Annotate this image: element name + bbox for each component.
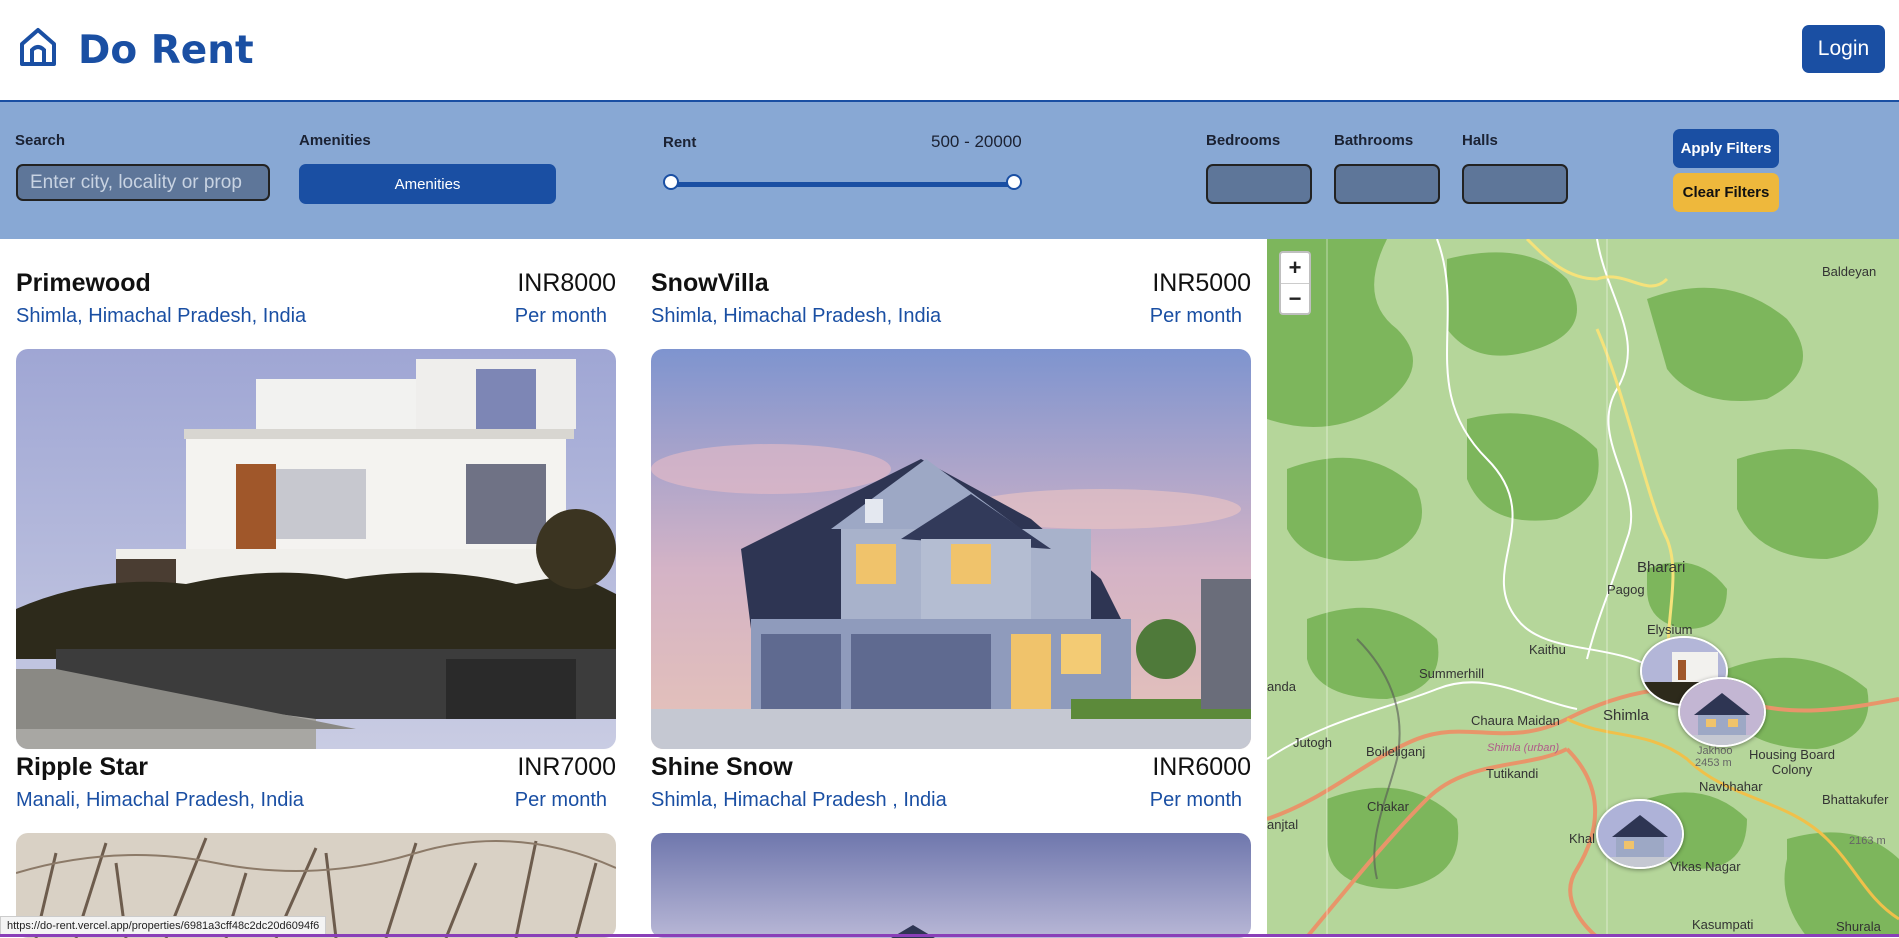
map-marker-snowvilla[interactable] [1678,677,1766,747]
map-label: Bharari [1637,559,1686,576]
listing-location: Shimla, Himachal Pradesh, India [651,305,942,327]
amenities-button[interactable]: Amenities [299,164,556,204]
listing-name[interactable]: Shine Snow [651,753,793,782]
home-icon[interactable] [18,26,58,68]
listing-location: Shimla, Himachal Pradesh , India [651,789,947,811]
bedrooms-label: Bedrooms [1206,132,1281,149]
map-label: Chaura Maidan [1471,713,1560,728]
zoom-in-button[interactable]: + [1281,253,1309,284]
map-label: Shimla [1603,707,1649,724]
map-label: Jakhoo [1697,745,1733,757]
listing-card[interactable]: Primewood Shimla, Himachal Pradesh, Indi… [16,269,616,749]
listing-photo[interactable] [651,833,1251,938]
listing-period: Per month [514,305,607,327]
listing-period: Per month [1149,305,1242,327]
map-label: Baldeyan [1822,264,1877,279]
amenities-label: Amenities [299,132,371,149]
listing-card[interactable]: SnowVilla Shimla, Himachal Pradesh, Indi… [651,269,1251,749]
listing-name[interactable]: Ripple Star [16,753,148,782]
map-marker-shine-snow[interactable] [1596,799,1684,869]
map-label: Kasumpati [1692,917,1754,932]
map-label: Pagog [1607,582,1645,597]
login-button[interactable]: Login [1802,25,1885,73]
rent-min-handle[interactable] [663,174,679,190]
map-label: Bhattakufer [1822,792,1889,807]
listing-period: Per month [1149,789,1242,811]
clear-filters-button[interactable]: Clear Filters [1673,173,1779,212]
rent-max-handle[interactable] [1006,174,1022,190]
listing-price: INR6000 [1152,753,1251,781]
map-label: Khal [1569,831,1596,846]
map-label: anda [1267,679,1296,694]
map-label: Elysium [1647,622,1693,637]
map-label: Housing Board Colony [1749,747,1835,777]
map-label: Kaithu [1529,642,1566,657]
bedrooms-input[interactable] [1206,164,1312,204]
rent-slider-track[interactable] [671,182,1014,187]
listing-location: Shimla, Himachal Pradesh, India [16,305,307,327]
listing-photo[interactable] [16,349,616,749]
map-label: anjtal [1267,817,1299,832]
zoom-control: + − [1279,251,1311,315]
map-label: Boileliganj [1366,744,1426,759]
search-label: Search [15,132,66,149]
map-label: Navbhahar [1699,779,1763,794]
bathrooms-input[interactable] [1334,164,1440,204]
listing-price: INR8000 [517,269,616,297]
bathrooms-label: Bathrooms [1334,132,1414,149]
map-label: 2163 m [1849,835,1886,847]
map-label: Tutikandi [1486,766,1539,781]
listing-location: Manali, Himachal Pradesh, India [16,789,304,811]
map-view[interactable]: + − Baldeyan Bharari Pagog Elysium Kaith… [1267,239,1899,937]
rent-label: Rent [663,134,697,151]
filter-bar: Search Amenities Amenities Rent 500 - 20… [0,102,1899,239]
brand-title[interactable]: Do Rent [78,28,254,73]
map-label: 2453 m [1695,757,1732,769]
map-label: Shimla (urban) [1487,742,1560,754]
map-label: Chakar [1367,799,1409,814]
listing-price: INR7000 [517,753,616,781]
apply-filters-button[interactable]: Apply Filters [1673,129,1779,168]
listing-period: Per month [514,789,607,811]
listing-card[interactable]: Shine Snow Shimla, Himachal Pradesh , In… [651,753,1251,938]
listing-photo[interactable] [651,349,1251,749]
map-label: Summerhill [1419,666,1485,681]
top-nav: Do Rent Login [0,0,1899,102]
halls-input[interactable] [1462,164,1568,204]
listing-price: INR5000 [1152,269,1251,297]
zoom-out-button[interactable]: − [1281,284,1309,314]
map-label: Shurala [1836,919,1881,934]
halls-label: Halls [1462,132,1498,149]
map-label: Jutogh [1293,735,1333,750]
rent-range-value: 500 - 20000 [931,132,1022,151]
listing-name[interactable]: Primewood [16,269,151,298]
listing-card[interactable]: Ripple Star Manali, Himachal Pradesh, In… [16,753,616,938]
map-label: Vikas Nagar [1670,859,1741,874]
search-input[interactable] [16,164,270,201]
listing-name[interactable]: SnowVilla [651,269,769,298]
